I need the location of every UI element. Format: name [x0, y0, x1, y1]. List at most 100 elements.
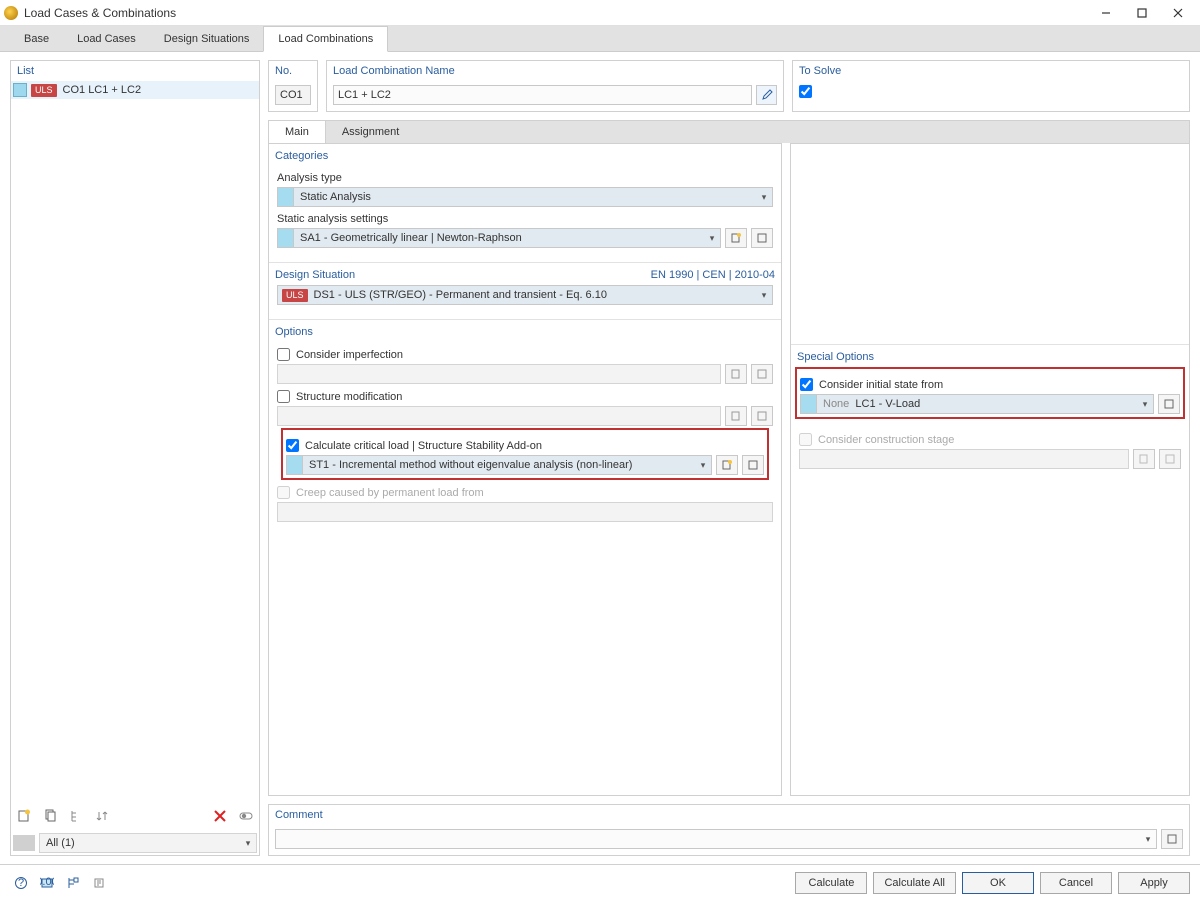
list-item-swatch	[13, 83, 27, 97]
initial-state-combo[interactable]: None LC1 - V-Load▾	[800, 394, 1154, 414]
help-icon[interactable]: ?	[10, 872, 32, 894]
maximize-button[interactable]	[1124, 3, 1160, 23]
svg-text:?: ?	[18, 877, 24, 889]
imperfection-label: Consider imperfection	[296, 349, 403, 361]
ds-badge: ULS	[282, 289, 308, 302]
construction-checkbox	[799, 433, 812, 446]
sort-icon[interactable]	[91, 805, 113, 827]
construction-combo	[799, 449, 1129, 469]
imperfection-combo[interactable]	[277, 364, 721, 384]
filter-combo[interactable]: All (1)▾	[39, 833, 257, 853]
copy-icon[interactable]	[39, 805, 61, 827]
critical-load-combo[interactable]: ST1 - Incremental method without eigenva…	[286, 455, 712, 475]
options-title: Options	[269, 320, 781, 340]
footer: ? 0.00 Calculate Calculate All OK Cancel…	[0, 864, 1200, 900]
design-situation-title: Design Situation	[275, 269, 355, 281]
no-panel: No.	[268, 60, 318, 112]
initial-state-highlight: Consider initial state from None LC1 - V…	[795, 367, 1185, 419]
creep-label: Creep caused by permanent load from	[296, 487, 484, 499]
comment-panel: Comment ▾	[268, 804, 1190, 856]
script-icon[interactable]	[88, 872, 110, 894]
design-situation-std: EN 1990 | CEN | 2010-04	[651, 269, 775, 281]
struct-mod-edit-icon[interactable]	[751, 406, 773, 426]
calculate-all-button[interactable]: Calculate All	[873, 872, 956, 894]
minimize-button[interactable]	[1088, 3, 1124, 23]
special-options-panel: Special Options Consider initial state f…	[790, 143, 1190, 796]
solve-panel: To Solve	[792, 60, 1190, 112]
tab-load-combinations[interactable]: Load Combinations	[263, 26, 388, 52]
initial-state-label: Consider initial state from	[819, 379, 943, 391]
imperfection-edit-icon[interactable]	[751, 364, 773, 384]
comment-title: Comment	[269, 805, 1189, 825]
static-settings-combo[interactable]: SA1 - Geometrically linear | Newton-Raph…	[277, 228, 721, 248]
calculate-button[interactable]: Calculate	[795, 872, 867, 894]
static-settings-edit-icon[interactable]	[751, 228, 773, 248]
analysis-type-combo[interactable]: Static Analysis▾	[277, 187, 773, 207]
comment-edit-icon[interactable]	[1161, 829, 1183, 849]
new-icon[interactable]	[13, 805, 35, 827]
no-label: No.	[269, 61, 317, 81]
design-situation-combo[interactable]: ULS DS1 - ULS (STR/GEO) - Permanent and …	[277, 285, 773, 305]
critical-load-highlight: Calculate critical load | Structure Stab…	[281, 428, 769, 480]
creep-checkbox	[277, 486, 290, 499]
critical-load-label: Calculate critical load | Structure Stab…	[305, 440, 542, 452]
delete-icon[interactable]	[209, 805, 231, 827]
list-filter: All (1)▾	[11, 831, 259, 855]
imperfection-new-icon[interactable]	[725, 364, 747, 384]
close-button[interactable]	[1160, 3, 1196, 23]
tab-design-situations[interactable]: Design Situations	[150, 26, 264, 51]
toggle-icon[interactable]	[235, 805, 257, 827]
critical-load-new-icon[interactable]	[716, 455, 738, 475]
initial-state-edit-icon[interactable]	[1158, 394, 1180, 414]
struct-mod-checkbox[interactable]	[277, 390, 290, 403]
main-tabstrip: Base Load Cases Design Situations Load C…	[0, 26, 1200, 52]
name-panel: Load Combination Name	[326, 60, 784, 112]
no-input[interactable]	[275, 85, 311, 105]
construction-label: Consider construction stage	[818, 434, 954, 446]
list-header: List	[11, 61, 259, 81]
svg-text:0.00: 0.00	[40, 876, 54, 888]
solve-checkbox[interactable]	[799, 85, 812, 98]
list-toolbar	[11, 801, 259, 831]
critical-load-checkbox[interactable]	[286, 439, 299, 452]
special-options-title: Special Options	[791, 345, 1189, 365]
edit-name-button[interactable]	[756, 85, 777, 105]
critical-load-edit-icon[interactable]	[742, 455, 764, 475]
struct-mod-label: Structure modification	[296, 391, 402, 403]
ok-button[interactable]: OK	[962, 872, 1034, 894]
solve-label: To Solve	[793, 61, 1189, 81]
list-item-label: CO1 LC1 + LC2	[63, 84, 142, 96]
tree2-icon[interactable]	[62, 872, 84, 894]
app-icon	[4, 6, 18, 20]
analysis-type-label: Analysis type	[277, 172, 773, 184]
tab-base[interactable]: Base	[10, 26, 63, 51]
construction-new-icon	[1133, 449, 1155, 469]
titlebar: Load Cases & Combinations	[0, 0, 1200, 26]
units-icon[interactable]: 0.00	[36, 872, 58, 894]
apply-button[interactable]: Apply	[1118, 872, 1190, 894]
struct-mod-new-icon[interactable]	[725, 406, 747, 426]
name-input[interactable]	[333, 85, 752, 105]
tree-icon[interactable]	[65, 805, 87, 827]
list-item-badge: ULS	[31, 84, 57, 97]
cancel-button[interactable]: Cancel	[1040, 872, 1112, 894]
static-settings-new-icon[interactable]	[725, 228, 747, 248]
inner-tabstrip: Main Assignment	[268, 120, 1190, 143]
window-title: Load Cases & Combinations	[24, 6, 1088, 20]
name-label: Load Combination Name	[327, 61, 783, 81]
main-form-panel: Categories Analysis type Static Analysis…	[268, 143, 782, 796]
tab-main[interactable]: Main	[269, 121, 326, 143]
list-item[interactable]: ULS CO1 LC1 + LC2	[11, 81, 259, 99]
initial-state-checkbox[interactable]	[800, 378, 813, 391]
filter-label: All (1)	[40, 837, 240, 849]
comment-combo[interactable]: ▾	[275, 829, 1157, 849]
ds-value: DS1 - ULS (STR/GEO) - Permanent and tran…	[314, 289, 756, 301]
tab-assignment[interactable]: Assignment	[326, 121, 415, 143]
static-settings-label: Static analysis settings	[277, 213, 773, 225]
tab-load-cases[interactable]: Load Cases	[63, 26, 150, 51]
imperfection-checkbox[interactable]	[277, 348, 290, 361]
filter-swatch	[13, 835, 35, 851]
categories-title: Categories	[269, 144, 781, 164]
struct-mod-combo[interactable]	[277, 406, 721, 426]
construction-edit-icon	[1159, 449, 1181, 469]
